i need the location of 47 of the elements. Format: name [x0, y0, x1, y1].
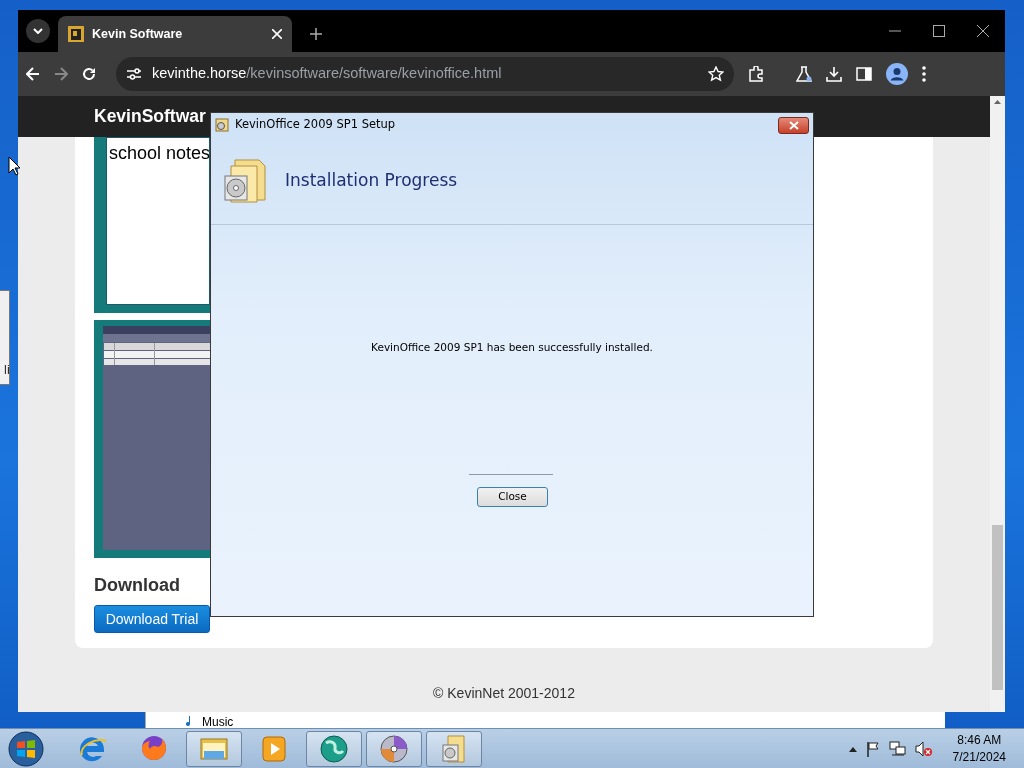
menu-icon[interactable]: [922, 66, 926, 82]
screenshot-text: school notes: [109, 143, 209, 163]
setup-icon: [215, 118, 229, 132]
start-button[interactable]: [6, 729, 46, 768]
favicon-icon: [68, 26, 84, 42]
mouse-pointer-icon: [8, 156, 21, 176]
browser-tab[interactable]: Kevin Software: [58, 16, 292, 52]
taskbar-button[interactable]: [306, 730, 362, 767]
new-tab-icon[interactable]: [310, 28, 322, 40]
bookmark-star-icon[interactable]: [708, 66, 724, 82]
taskbar-button[interactable]: [366, 730, 422, 767]
flag-icon[interactable]: [864, 740, 881, 757]
maximize-icon[interactable]: [933, 25, 945, 37]
forward-icon[interactable]: [54, 67, 68, 81]
footer-text: © KevinNet 2001-2012: [432, 684, 576, 703]
volume-muted-icon[interactable]: [914, 740, 933, 757]
close-button[interactable]: [778, 116, 809, 134]
address-bar[interactable]: kevinthe.horse/kevinsoftware/software/kevinoffice.html: [116, 57, 734, 91]
scrollbar-thumb[interactable]: [992, 525, 1003, 690]
taskbar-button[interactable]: [426, 730, 482, 767]
folder-item[interactable]: Music: [202, 713, 234, 731]
show-hidden-icons[interactable]: [848, 745, 857, 752]
extensions-icon[interactable]: [748, 66, 764, 82]
scrollbar[interactable]: [990, 96, 1005, 712]
status-message: KevinOffice 2009 SP1 has been successfully installed.: [370, 340, 654, 355]
chevron-down-icon: [33, 28, 43, 34]
window-text: li: [4, 361, 10, 379]
network-icon[interactable]: [888, 740, 907, 757]
clock[interactable]: 8:46 AM 7/21/2024: [952, 731, 1006, 766]
download-trial-button[interactable]: Download Trial: [94, 605, 210, 633]
reload-icon[interactable]: [82, 67, 96, 81]
close-button[interactable]: Close: [477, 486, 548, 507]
section-heading: Download: [94, 574, 181, 597]
taskbar-button[interactable]: [186, 730, 242, 767]
site-info-icon[interactable]: [126, 67, 142, 81]
close-icon[interactable]: [977, 25, 989, 37]
back-icon[interactable]: [26, 67, 40, 81]
flask-icon[interactable]: [796, 66, 812, 82]
site-brand[interactable]: KevinSoftwar: [94, 103, 206, 130]
download-icon[interactable]: [826, 66, 842, 82]
tab-search-button[interactable]: [26, 19, 50, 43]
window-title: KevinOffice 2009 SP1 Setup: [235, 116, 396, 134]
close-tab-icon[interactable]: [272, 29, 282, 39]
profile-avatar-icon[interactable]: [886, 63, 908, 85]
side-panel-icon[interactable]: [856, 66, 872, 82]
dialog-heading: Installation Progress: [285, 168, 458, 192]
close-icon: [788, 120, 799, 130]
